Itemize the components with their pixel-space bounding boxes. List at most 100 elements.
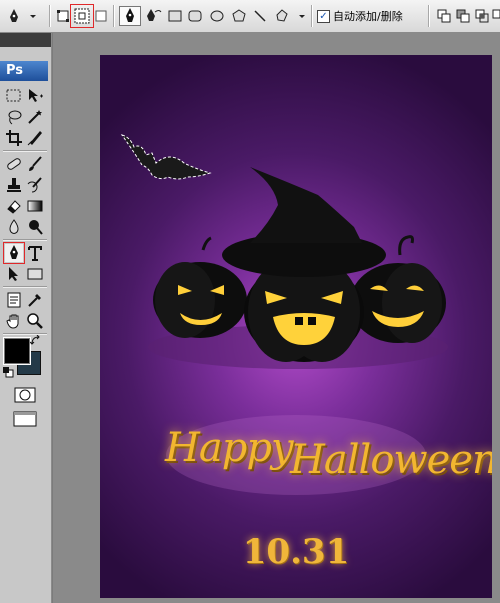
eyedropper-icon [28,294,41,307]
pen-icon [10,245,18,259]
date-text: 10.31 [242,532,350,572]
gradient-tool[interactable] [26,197,44,215]
dodge-tool[interactable] [26,218,44,236]
pen-tool-button[interactable] [119,6,141,26]
greeting-word-happy: Happy [165,425,294,471]
separator [428,5,430,27]
polygon-tool-button[interactable] [232,7,246,25]
lasso-tool[interactable] [5,108,23,126]
gradient-icon [27,200,43,212]
eraser-tool[interactable] [5,197,23,215]
water-drop-icon [9,219,19,234]
brush-tool[interactable] [26,155,44,173]
marquee-tool[interactable] [5,87,23,105]
crop-icon [6,130,22,146]
type-tool[interactable] [26,244,44,262]
ellipse-icon [210,10,224,22]
note-icon [7,292,21,308]
fill-pixels-icon [95,10,107,22]
line-icon [254,10,266,22]
separator [311,5,313,27]
paths-mode-button[interactable] [70,4,94,28]
path-selection-tool[interactable] [5,265,23,283]
swap-arrows-icon [30,335,40,345]
exclude-shape-area-icon [492,9,500,19]
toolbox-divider [3,239,47,241]
options-bar: ✓ 自动添加/删除 [0,0,500,33]
history-brush-tool[interactable] [26,176,44,194]
intersect-shape-area-icon [475,9,489,23]
magic-wand-tool[interactable] [26,108,44,126]
rectangle-icon [168,10,182,22]
pen-tool[interactable] [3,242,25,264]
eyedropper-tool[interactable] [26,291,44,309]
separator [113,5,115,27]
type-icon [28,246,42,261]
magic-wand-icon [28,110,42,124]
default-colors-icon [3,367,14,378]
checkbox-check-icon[interactable]: ✓ [317,9,330,23]
rectangular-marquee-icon [6,89,21,102]
bat-path [120,134,212,180]
auto-add-delete-label: 自动添加/删除 [333,10,403,23]
crop-tool[interactable] [5,129,23,147]
move-tool[interactable] [26,87,44,105]
default-colors-button[interactable] [2,366,14,378]
hand-tool[interactable] [5,312,23,330]
fill-pixels-mode-button[interactable] [95,7,107,25]
separator [49,5,51,27]
rectangle-tool[interactable] [26,265,44,283]
slice-tool[interactable] [26,129,44,147]
add-shape-area-icon [437,9,451,23]
bandage-icon [7,158,21,170]
subtract-shape-area-icon [456,9,470,23]
freeform-pen-icon [147,9,162,21]
screen-mode-icon [13,411,37,427]
custom-shape-tool-button[interactable] [274,7,306,25]
tool-preset-picker[interactable] [8,7,38,25]
arrow-icon [9,267,18,281]
ellipse-tool-button[interactable] [210,7,224,25]
healing-brush-tool[interactable] [5,155,23,173]
combine-shape-areas-button[interactable] [437,7,451,25]
artwork-graphics [120,134,448,495]
rectangle-tool-button[interactable] [168,7,182,25]
eraser-icon [7,200,21,214]
history-brush-icon [27,177,42,193]
toolbox-divider [3,150,47,152]
dodge-icon [29,220,43,235]
lasso-icon [8,110,22,125]
zoom-tool[interactable] [26,312,44,330]
notes-tool[interactable] [5,291,23,309]
blur-tool[interactable] [5,218,23,236]
clone-stamp-tool[interactable] [5,176,23,194]
rounded-rectangle-tool-button[interactable] [188,7,202,25]
greeting-word-halloween: Halloween [290,437,492,483]
quick-mask-button[interactable] [14,387,36,403]
pen-icon [126,8,134,22]
slice-icon [27,131,42,146]
auto-add-delete-checkbox[interactable]: ✓ 自动添加/删除 [317,8,403,24]
hand-icon [6,314,19,329]
custom-shape-icon [276,9,305,22]
move-icon [29,89,43,102]
screen-mode-button[interactable] [13,411,37,427]
freeform-pen-button[interactable] [145,7,163,25]
photoshop-logo[interactable]: Ps [0,61,48,81]
exclude-shape-area-button[interactable] [492,7,500,25]
foreground-color-swatch[interactable] [3,337,31,365]
polygon-icon [232,9,246,22]
paths-icon [74,8,90,24]
magnifier-icon [27,313,43,329]
line-tool-button[interactable] [253,7,267,25]
shape-layers-mode-button[interactable] [56,7,70,25]
quick-mask-icon [14,387,36,403]
document-canvas[interactable]: Happy Halloween 10.31 [100,55,492,598]
intersect-shape-area-button[interactable] [475,7,489,25]
tools-panel-grip[interactable] [0,33,51,47]
swap-colors-button[interactable] [30,335,42,347]
toolbox-divider [3,286,47,288]
tools-panel: Ps [0,33,52,603]
subtract-shape-area-button[interactable] [456,7,470,25]
witch-hat-icon [222,167,386,277]
